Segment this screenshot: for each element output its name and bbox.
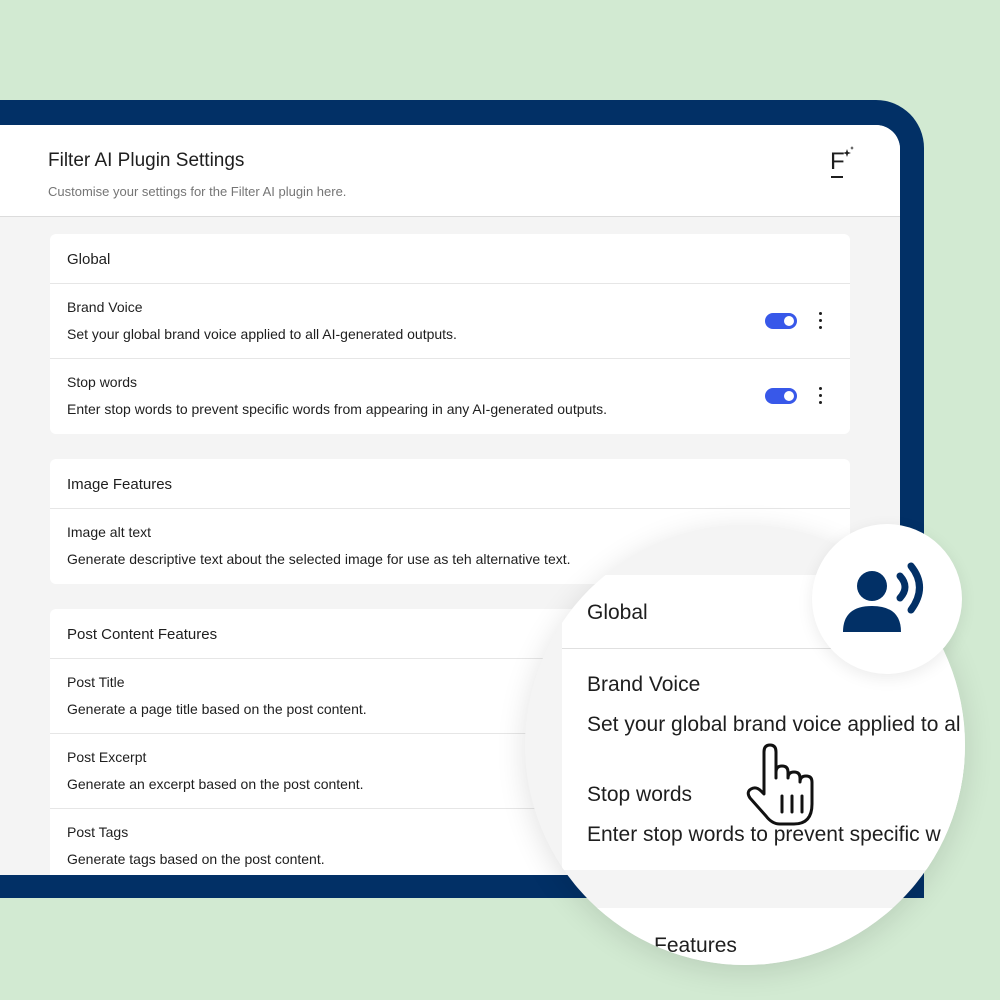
toggle-knob: [784, 316, 794, 326]
global-card: Global Brand Voice Set your global brand…: [50, 234, 850, 434]
setting-description: Generate tags based on the post content.: [67, 851, 325, 867]
hand-pointer-icon: [746, 743, 814, 826]
magnified-card-title: Features: [654, 934, 737, 957]
setting-description: Enter stop words to prevent specific wor…: [67, 401, 608, 417]
setting-description: Generate descriptive text about the sele…: [67, 551, 571, 567]
more-vertical-icon[interactable]: [815, 310, 825, 332]
magnified-setting-description: Set your global brand voice applied to a…: [587, 713, 961, 736]
magnified-setting-title: Stop words: [587, 783, 693, 806]
setting-title: Post Excerpt: [67, 749, 147, 765]
page-subtitle: Customise your settings for the Filter A…: [48, 184, 347, 199]
setting-title: Post Title: [67, 674, 125, 690]
brand-voice-toggle[interactable]: [765, 313, 797, 329]
toggle-knob: [784, 391, 794, 401]
magnified-setting-title: Brand Voice: [587, 673, 701, 696]
setting-title: Stop words: [67, 374, 138, 390]
voice-user-icon: [843, 562, 923, 632]
setting-row-brand-voice: Brand Voice Set your global brand voice …: [50, 284, 850, 359]
magnified-card-title: Global: [587, 601, 648, 624]
page-header: Filter AI Plugin Settings Customise your…: [0, 125, 900, 217]
stop-words-toggle[interactable]: [765, 388, 797, 404]
magnified-next-card: Features: [562, 908, 965, 965]
filter-logo-icon: F: [830, 146, 854, 178]
setting-title: Image alt text: [67, 524, 152, 540]
setting-title: Post Tags: [67, 824, 129, 840]
setting-description: Generate an excerpt based on the post co…: [67, 776, 364, 792]
logo-letter: F: [830, 148, 845, 175]
setting-title: Brand Voice: [67, 299, 143, 315]
more-vertical-icon[interactable]: [815, 385, 825, 407]
global-card-title: Global: [50, 234, 850, 284]
setting-row-stop-words: Stop words Enter stop words to prevent s…: [50, 359, 850, 434]
image-card-title: Image Features: [50, 459, 850, 509]
voice-badge: [812, 524, 962, 674]
setting-description: Generate a page title based on the post …: [67, 701, 367, 717]
page-title: Filter AI Plugin Settings: [48, 150, 245, 171]
setting-description: Set your global brand voice applied to a…: [67, 326, 457, 342]
